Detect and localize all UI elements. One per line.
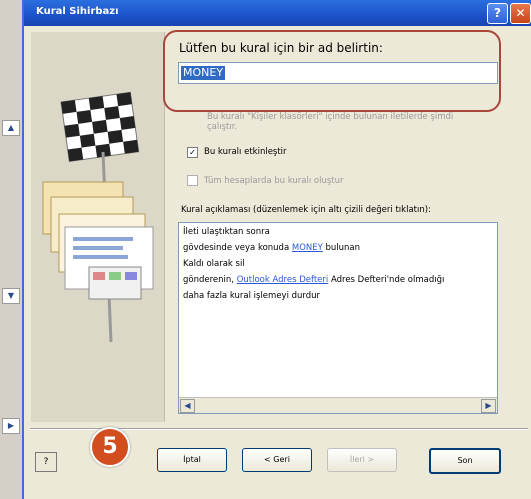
step-badge: 5 — [90, 427, 130, 467]
background-window-strip: ▲ ▼ ▶ — [0, 0, 23, 499]
scroll-up-icon: ▲ — [2, 120, 20, 136]
cancel-button[interactable]: İptal — [157, 448, 227, 472]
description-label: Kural açıklaması (düzenlemek için altı ç… — [181, 205, 431, 215]
desc-line-4: gönderenin, Outlook Adres Defteri Adres … — [183, 275, 445, 285]
desc-line-3: Kaldı olarak sil — [183, 259, 245, 269]
all-accounts-label: Tüm hesaplarda bu kuralı oluştur — [204, 176, 344, 186]
back-button[interactable]: < Geri — [242, 448, 312, 472]
rule-name-label: Lütfen bu kural için bir ad belirtin: — [179, 41, 383, 55]
enable-rule-label: Bu kuralı etkinleştir — [204, 147, 287, 157]
rule-description-box: İleti ulaştıktan sonra gövdesinde veya k… — [178, 222, 498, 414]
scroll-right-icon: ▶ — [2, 418, 20, 434]
scroll-down-icon: ▼ — [2, 288, 20, 304]
rule-name-input[interactable]: MONEY — [178, 62, 498, 84]
scroll-left-icon[interactable]: ◀ — [180, 399, 195, 413]
next-button[interactable]: İleri > — [327, 448, 397, 472]
keyword-link[interactable]: MONEY — [292, 243, 323, 253]
scroll-right-arrow-icon[interactable]: ▶ — [481, 399, 496, 413]
horizontal-scrollbar[interactable]: ◀ ▶ — [179, 397, 497, 413]
address-book-link[interactable]: Outlook Adres Defteri — [237, 275, 329, 285]
finish-button[interactable]: Son — [429, 448, 501, 474]
enable-rule-checkbox[interactable]: ✓ — [187, 147, 198, 158]
desc-line-1: İleti ulaştıktan sonra — [183, 227, 270, 237]
all-accounts-checkbox[interactable] — [187, 175, 198, 186]
wizard-illustration — [31, 32, 165, 422]
dialog-title: Kural Sihirbazı — [36, 6, 119, 17]
rules-wizard-dialog: Kural Sihirbazı ? ✕ Lütfen bu kural için… — [22, 0, 531, 499]
wizard-help-icon[interactable]: ? — [35, 452, 57, 472]
title-bar: Kural Sihirbazı ? ✕ — [24, 0, 531, 26]
help-button[interactable]: ? — [487, 3, 508, 24]
flag-and-mail-image — [31, 32, 164, 422]
desc-line-5: daha fazla kural işlemeyi durdur — [183, 291, 321, 301]
close-button[interactable]: ✕ — [510, 3, 531, 24]
desc-line-2: gövdesinde veya konuda MONEY bulunan — [183, 243, 361, 253]
rule-name-value: MONEY — [181, 66, 226, 80]
run-now-option-label: Bu kuralı "Kişiler klasörleri" içinde bu… — [207, 112, 454, 132]
